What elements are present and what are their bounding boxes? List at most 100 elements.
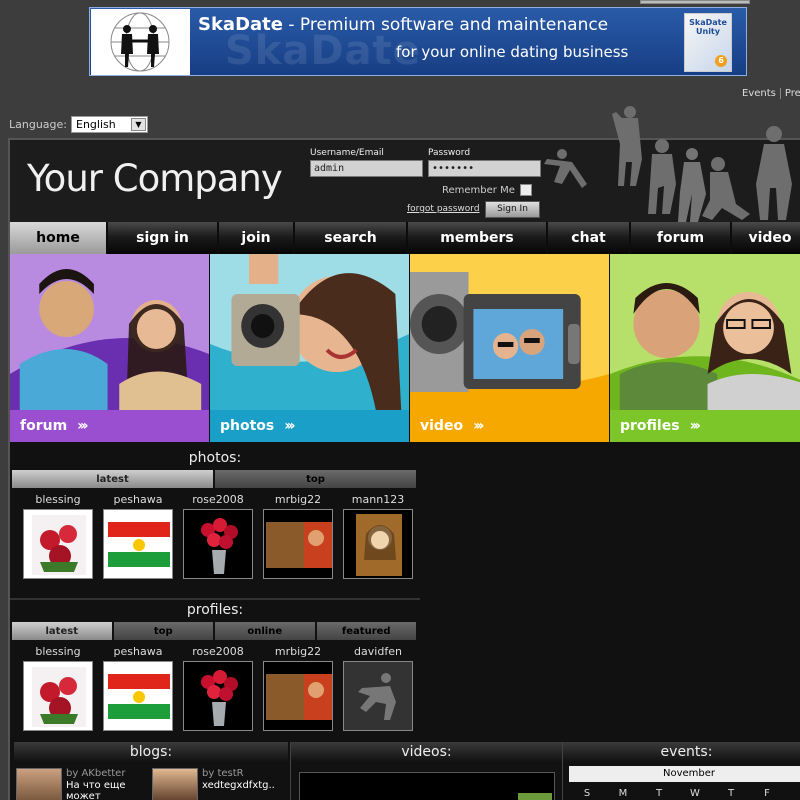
profile-item[interactable]: rose2008: [178, 645, 258, 731]
avatar[interactable]: [152, 768, 198, 800]
tile-forum-bar: forum ›››: [10, 410, 209, 442]
top-link-events[interactable]: Events: [742, 88, 780, 99]
photo-item[interactable]: blessing: [18, 493, 98, 579]
profile-item[interactable]: peshawa: [98, 645, 178, 731]
video-camcorder-image: [410, 254, 609, 410]
tile-photos-bar: photos ›››: [210, 410, 409, 442]
photo-item[interactable]: peshawa: [98, 493, 178, 579]
blog-author[interactable]: by AKbetter: [66, 768, 125, 779]
photo-item[interactable]: mrbig22: [258, 493, 338, 579]
site-header: Your Company Username/Email admin Passwo…: [10, 106, 800, 222]
profile-username[interactable]: mrbig22: [258, 645, 338, 659]
remember-me: Remember Me: [442, 184, 532, 196]
videos-title: videos:: [291, 742, 562, 762]
silhouette-placeholder-icon[interactable]: [343, 661, 413, 731]
blogs-title: blogs:: [14, 742, 288, 762]
blogs-section: blogs: by AKbetter На что еще может by t…: [14, 742, 288, 800]
language-label: Language:: [9, 118, 67, 131]
rose-vase-image[interactable]: [183, 661, 253, 731]
nav-search[interactable]: search: [295, 222, 408, 254]
main-nav: home sign in join search members chat fo…: [10, 222, 800, 254]
roses-card-image[interactable]: [23, 661, 93, 731]
blog-author[interactable]: by testR: [202, 768, 244, 779]
avatar[interactable]: [16, 768, 62, 800]
nav-forum[interactable]: forum: [631, 222, 732, 254]
top-link-press[interactable]: Pre: [779, 88, 800, 99]
tile-video[interactable]: video ›››: [410, 254, 609, 442]
profile-username[interactable]: rose2008: [178, 645, 258, 659]
chevron-down-icon[interactable]: ▼: [131, 118, 146, 131]
tile-profiles-bar: profiles ›››: [610, 410, 800, 442]
top-links: Events Pre: [742, 88, 800, 99]
portrait-photo-image[interactable]: [343, 509, 413, 579]
calendar-day-label: W: [690, 788, 700, 799]
photo-owner[interactable]: mrbig22: [258, 493, 338, 507]
photos-tab-top[interactable]: top: [215, 470, 416, 488]
nav-join[interactable]: join: [219, 222, 295, 254]
profile-item[interactable]: blessing: [18, 645, 98, 731]
language-select[interactable]: English ▼: [71, 116, 148, 133]
chevrons-icon: ›››: [77, 418, 88, 434]
tile-forum[interactable]: forum ›››: [10, 254, 209, 442]
photo-owner[interactable]: blessing: [18, 493, 98, 507]
remember-me-label: Remember Me: [442, 184, 515, 196]
remember-me-checkbox[interactable]: [519, 184, 532, 196]
skadate-ad-banner[interactable]: SkaDate SkaDate - Premium software and m…: [89, 7, 747, 76]
top-search-box[interactable]: [640, 0, 750, 4]
kurdish-flag-image[interactable]: [103, 509, 173, 579]
blog-excerpt[interactable]: На что еще может: [66, 780, 146, 800]
chevrons-icon: ›››: [689, 418, 701, 434]
profile-item[interactable]: davidfen: [338, 645, 418, 731]
bottom-section: blogs: by AKbetter На что еще может by t…: [10, 742, 800, 800]
photo-owner[interactable]: mann123: [338, 493, 418, 507]
profile-username[interactable]: davidfen: [338, 645, 418, 659]
rose-vase-image[interactable]: [183, 509, 253, 579]
nav-video[interactable]: video: [732, 222, 800, 254]
nav-home[interactable]: home: [10, 222, 108, 254]
profiles-tab-top[interactable]: top: [113, 622, 213, 640]
nav-sign-in[interactable]: sign in: [108, 222, 219, 254]
roses-card-image[interactable]: [23, 509, 93, 579]
tile-photos[interactable]: photos ›››: [210, 254, 409, 442]
photos-thumb-list: blessing peshawa rose2008 mrbig22 mann12…: [10, 493, 420, 579]
chevrons-icon: ›››: [284, 418, 295, 434]
calendar-weekdays: S M T W T F: [569, 788, 800, 799]
forgot-password-link[interactable]: forgot password: [407, 204, 480, 214]
sign-in-button[interactable]: Sign In: [485, 201, 540, 218]
events-title: events:: [563, 742, 800, 762]
calendar-month: November: [569, 766, 800, 782]
kurdish-flag-image[interactable]: [103, 661, 173, 731]
video-player[interactable]: [299, 772, 555, 800]
username-label: Username/Email: [310, 148, 384, 158]
page: SkaDate SkaDate - Premium software and m…: [0, 0, 800, 800]
profiles-tab-latest[interactable]: latest: [12, 622, 112, 640]
photos-camera-image: [210, 254, 409, 410]
blog-excerpt[interactable]: xedtegxdfxtg..: [202, 780, 282, 791]
photo-item[interactable]: rose2008: [178, 493, 258, 579]
profile-item[interactable]: mrbig22: [258, 645, 338, 731]
chevrons-icon: ›››: [473, 418, 484, 434]
photo-item[interactable]: mann123: [338, 493, 418, 579]
username-input[interactable]: admin: [310, 160, 423, 177]
photo-owner[interactable]: rose2008: [178, 493, 258, 507]
profile-username[interactable]: blessing: [18, 645, 98, 659]
profiles-tab-featured[interactable]: featured: [316, 622, 416, 640]
profiles-panel: profiles: latest top online featured ble…: [10, 598, 420, 742]
product-box-icon: SkaDate Unity 6: [684, 13, 732, 72]
photo-owner[interactable]: peshawa: [98, 493, 178, 507]
skadate-logo-icon: [518, 793, 552, 800]
nav-members[interactable]: members: [408, 222, 548, 254]
photos-tab-latest[interactable]: latest: [12, 470, 213, 488]
brown-photo-image[interactable]: [263, 661, 333, 731]
brown-photo-image[interactable]: [263, 509, 333, 579]
profile-username[interactable]: peshawa: [98, 645, 178, 659]
profiles-tab-online[interactable]: online: [215, 622, 315, 640]
forum-couple-image: [10, 254, 209, 410]
calendar-day-label: M: [618, 788, 628, 799]
events-section: events: November S M T W T F: [562, 742, 800, 800]
tile-profiles[interactable]: profiles ›››: [610, 254, 800, 442]
calendar-day-label: T: [655, 788, 663, 799]
site-logo[interactable]: Your Company: [27, 157, 283, 200]
nav-chat[interactable]: chat: [548, 222, 631, 254]
password-input[interactable]: •••••••: [428, 160, 541, 177]
